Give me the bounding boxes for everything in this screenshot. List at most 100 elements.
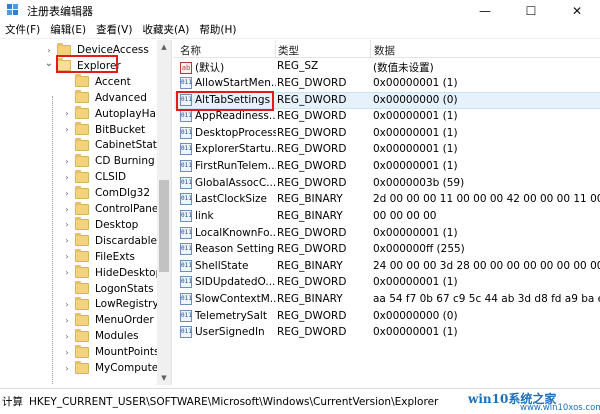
value-name: LastClockSize — [195, 193, 267, 206]
tree-item[interactable]: › Desktop — [62, 217, 138, 233]
tree-item[interactable]: › BitBucket — [62, 122, 145, 138]
chevron-down-icon[interactable]: ⌄ — [44, 58, 54, 69]
chevron-right-icon[interactable]: › — [62, 348, 72, 357]
value-row[interactable]: 011 LastClockSize REG_BINARY 2d 00 00 00 11… — [174, 192, 600, 209]
tree-item[interactable]: › FileExts — [62, 249, 135, 265]
value-type: REG_DWORD — [277, 159, 347, 172]
value-name: AllowStartMen... — [195, 76, 276, 89]
tree-item[interactable]: LogonStats — [62, 281, 154, 297]
value-name: link — [195, 209, 214, 222]
value-row[interactable]: 011 AllowStartMen... REG_DWORD 0x00000001 (… — [174, 76, 600, 93]
tree-item[interactable]: CabinetState — [62, 137, 163, 153]
chevron-right-icon[interactable]: › — [62, 109, 72, 118]
chevron-right-icon[interactable]: › — [62, 332, 72, 341]
value-name-cell: 011 SIDUpdatedO... — [180, 276, 276, 289]
value-row[interactable]: 011 LocalKnownFo... REG_DWORD 0x00000001 (1… — [174, 226, 600, 243]
value-name: Reason Setting — [195, 243, 275, 256]
value-data: 0x00000001 (1) — [373, 326, 458, 339]
tree-item[interactable]: › HideDesktopIc — [62, 265, 171, 281]
tree-item-label: Modules — [95, 330, 139, 343]
close-button[interactable]: ✕ — [554, 0, 600, 22]
string-value-icon: ab — [180, 61, 192, 74]
value-row[interactable]: 011 ShellState REG_BINARY 24 00 00 00 3d 28… — [174, 259, 600, 276]
maximize-button[interactable]: ☐ — [508, 0, 554, 22]
tree-item[interactable]: Accent — [62, 74, 131, 90]
value-type: REG_DWORD — [277, 276, 347, 289]
column-name-header[interactable]: 名称 — [180, 43, 201, 58]
chevron-right-icon[interactable]: › — [62, 189, 72, 198]
value-row[interactable]: 011 Reason Setting REG_DWORD 0x000000ff (25… — [174, 242, 600, 259]
value-type: REG_SZ — [277, 60, 319, 72]
tree-item[interactable]: › ComDlg32 — [62, 185, 150, 201]
column-type-header[interactable]: 类型 — [278, 43, 299, 58]
tree-item[interactable]: › AutoplayHandle — [62, 106, 171, 122]
chevron-right-icon[interactable]: › — [62, 316, 72, 325]
menu-view[interactable]: 查看(V) — [91, 22, 137, 39]
tree-item[interactable]: › Modules — [62, 328, 139, 344]
chevron-right-icon[interactable]: › — [62, 300, 72, 309]
chevron-right-icon[interactable]: › — [62, 157, 72, 166]
scroll-down-icon[interactable]: ▼ — [157, 371, 171, 385]
value-row[interactable]: 011 UserSignedIn REG_DWORD 0x00000001 (1) — [174, 325, 600, 342]
chevron-right-icon[interactable]: › — [62, 173, 72, 182]
menu-edit[interactable]: 编辑(E) — [45, 22, 91, 39]
value-row[interactable]: 011 SlowContextM... REG_BINARY aa 54 f7 0b … — [174, 292, 600, 309]
chevron-right-icon[interactable]: › — [62, 364, 72, 373]
folder-icon — [57, 42, 71, 56]
chevron-right-icon[interactable]: › — [62, 125, 72, 134]
value-row[interactable]: 011 FirstRunTelem... REG_DWORD 0x00000001 (… — [174, 159, 600, 176]
value-row[interactable]: 011 TelemetrySalt REG_DWORD 0x00000000 (0) — [174, 309, 600, 326]
value-row[interactable]: 011 AltTabSettings REG_DWORD 0x00000000 (0) — [174, 92, 600, 109]
folder-icon — [75, 122, 89, 135]
value-row[interactable]: 011 DesktopProcess REG_DWORD 0x00000001 (1) — [174, 126, 600, 143]
value-data: 24 00 00 00 3d 28 00 00 00 00 00 00 00 0… — [373, 259, 600, 272]
chevron-right-icon[interactable]: › — [62, 268, 72, 277]
scroll-up-icon[interactable]: ▲ — [157, 40, 171, 54]
tree-item-label: MyComputer — [95, 362, 163, 374]
menu-help[interactable]: 帮助(H) — [194, 22, 241, 39]
tree-item[interactable]: ⌄ Explorer — [44, 58, 121, 74]
column-divider[interactable] — [370, 40, 371, 58]
value-row[interactable]: 011 SIDUpdatedO... REG_DWORD 0x00000001 (1) — [174, 275, 600, 292]
tree-item[interactable]: › ControlPanel — [62, 201, 161, 217]
chevron-right-icon[interactable]: › — [44, 46, 54, 55]
chevron-right-icon[interactable]: › — [62, 252, 72, 261]
tree-item[interactable]: › LowRegistry — [62, 296, 159, 312]
column-data-header[interactable]: 数据 — [374, 43, 395, 58]
tree-scrollbar[interactable]: ▲ ▼ — [157, 40, 171, 385]
tree-item[interactable]: › MountPoints2 — [62, 344, 166, 360]
tree-item[interactable]: › DeviceAccess — [44, 42, 149, 58]
menu-file[interactable]: 文件(F) — [0, 22, 45, 39]
value-name: (默认) — [195, 62, 225, 74]
value-row[interactable]: ab (默认) REG_SZ (数值未设置) — [174, 59, 600, 76]
tree-item[interactable]: › Discardable — [62, 233, 157, 249]
binary-value-icon: 011 — [180, 243, 192, 256]
tree-item-label: FileExts — [95, 250, 136, 263]
folder-icon — [75, 90, 89, 104]
value-type: REG_DWORD — [277, 309, 347, 322]
chevron-right-icon[interactable]: › — [62, 205, 72, 214]
tree-item[interactable]: › MenuOrder — [62, 312, 154, 328]
value-row[interactable]: 011 link REG_BINARY 00 00 00 00 — [174, 209, 600, 226]
value-row[interactable]: 011 AppReadiness... REG_DWORD 0x00000001 (1… — [174, 109, 600, 126]
binary-value-icon: 011 — [180, 276, 192, 289]
column-divider[interactable] — [275, 40, 276, 58]
value-type: REG_BINARY — [277, 259, 343, 272]
folder-icon — [75, 137, 89, 151]
value-type: REG_DWORD — [277, 94, 347, 107]
scroll-thumb[interactable] — [159, 180, 169, 272]
watermark-url: www.win10xos.com — [520, 403, 600, 413]
value-row[interactable]: 011 ExplorerStartu... REG_DWORD 0x00000001 … — [174, 142, 600, 159]
minimize-button[interactable]: — — [462, 0, 508, 22]
value-row[interactable]: 011 GlobalAssocC... REG_DWORD 0x0000003b (5… — [174, 176, 600, 193]
chevron-right-icon[interactable]: › — [62, 236, 72, 245]
value-name-cell: 011 ExplorerStartu... — [180, 143, 276, 156]
tree-item[interactable]: › MyComputer — [62, 360, 162, 376]
tree-item[interactable]: › CD Burning — [62, 153, 155, 169]
value-name-cell: 011 link — [180, 209, 276, 222]
tree-item[interactable]: › CLSID — [62, 169, 126, 185]
chevron-right-icon[interactable]: › — [62, 220, 72, 229]
folder-icon — [75, 217, 89, 231]
tree-item[interactable]: Advanced — [62, 90, 147, 106]
menu-favorites[interactable]: 收藏夹(A) — [137, 22, 194, 39]
